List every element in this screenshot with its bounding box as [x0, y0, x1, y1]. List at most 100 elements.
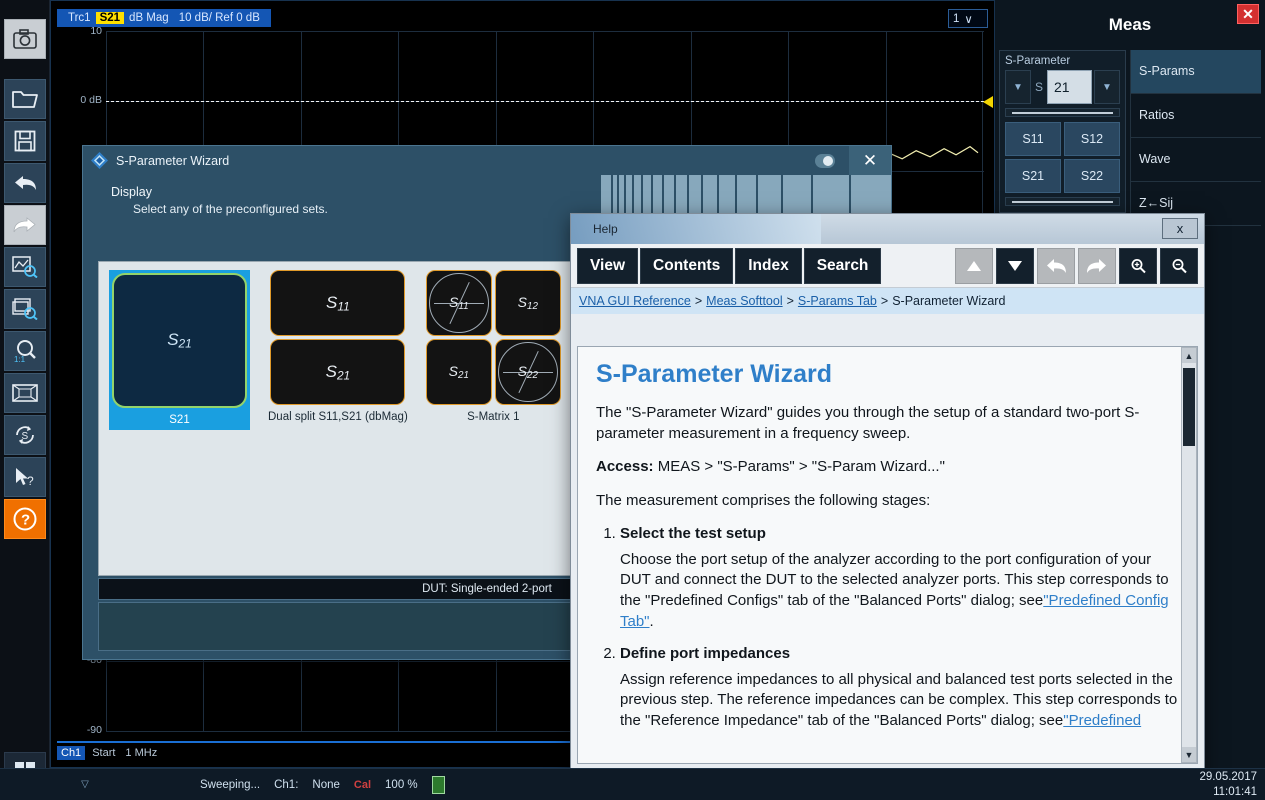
s-param-slider[interactable] — [1005, 108, 1120, 117]
close-icon[interactable]: x — [1162, 218, 1198, 239]
scroll-down-button[interactable] — [996, 248, 1034, 284]
scrollbar-down-arrow-icon[interactable]: ▼ — [1182, 747, 1196, 762]
expand-chevron-icon[interactable]: ▽ — [0, 779, 170, 790]
channel-badge[interactable]: Ch1 — [57, 746, 85, 760]
s-param-value-field[interactable]: 21 — [1047, 70, 1092, 104]
screenshot-icon[interactable] — [4, 19, 46, 59]
article-stages-intro: The measurement comprises the following … — [596, 491, 1179, 512]
preset-tile-dual-split[interactable]: S11 S21 Dual split S11,S21 (dbMag) — [268, 270, 408, 430]
close-icon[interactable]: ✕ — [1237, 4, 1259, 24]
s-param-decrement-button[interactable]: ▼ — [1005, 70, 1031, 104]
s-parameter-group: S-Parameter ▼ S 21 ▼ S11 S12 S21 S22 — [999, 50, 1126, 213]
s12-button[interactable]: S12 — [1064, 122, 1120, 156]
zoom-out-button[interactable] — [1160, 248, 1198, 284]
breadcrumb-link-s-params-tab[interactable]: S-Params Tab — [798, 294, 877, 308]
meas-panel-title: Meas — [995, 0, 1265, 50]
s-param-increment-button[interactable]: ▼ — [1094, 70, 1120, 104]
tab-ratios[interactable]: Ratios — [1131, 94, 1261, 138]
close-icon[interactable]: ✕ — [849, 146, 891, 175]
redo-icon[interactable] — [4, 205, 46, 245]
start-label: Start — [92, 747, 115, 759]
preset-cell: S21 — [112, 273, 247, 408]
article-step: Define port impedances Assign reference … — [620, 645, 1179, 732]
bottom-status-bar: ▽ Sweeping... Ch1: None Cal 100 % 29.05.… — [0, 768, 1265, 800]
save-icon[interactable] — [4, 121, 46, 161]
help-icon[interactable]: ? — [4, 499, 46, 539]
s11-button[interactable]: S11 — [1005, 122, 1061, 156]
svg-text:S: S — [21, 431, 28, 442]
access-value: MEAS > "S-Params" > "S-Param Wizard..." — [658, 458, 945, 475]
help-title-bar[interactable]: Help x — [571, 214, 1204, 244]
scroll-up-button[interactable] — [955, 248, 993, 284]
chevron-down-icon: ∨ — [964, 12, 972, 26]
preset-tile-caption: S21 — [169, 413, 189, 427]
breadcrumb-link-meas-softtool[interactable]: Meas Softtool — [706, 294, 782, 308]
trace-format: dB Mag — [124, 12, 174, 24]
wizard-toggle[interactable] — [815, 154, 835, 168]
preset-tile-s-matrix-1[interactable]: S11 S12 S21 S22 S-Matrix 1 — [426, 270, 561, 430]
preset-cell: S21 — [426, 339, 492, 405]
progress-indicator-icon — [432, 776, 445, 794]
scrollbar-thumb[interactable] — [1183, 368, 1195, 446]
menu-contents[interactable]: Contents — [640, 248, 733, 284]
cal-state: None — [312, 779, 340, 791]
s-param-prefix: S — [1033, 80, 1045, 94]
article-access: Access: MEAS > "S-Params" > "S-Param Wiz… — [596, 457, 1179, 478]
back-button[interactable] — [1037, 248, 1075, 284]
rohde-schwarz-logo-icon — [91, 152, 108, 169]
context-help-icon[interactable]: ? — [4, 457, 46, 497]
svg-text:?: ? — [27, 474, 34, 488]
s22-button[interactable]: S22 — [1064, 159, 1120, 193]
wizard-title-bar[interactable]: S-Parameter Wizard ✕ — [83, 146, 891, 175]
breadcrumb-link-vna-gui-reference[interactable]: VNA GUI Reference — [579, 294, 691, 308]
wizard-title: S-Parameter Wizard — [116, 154, 229, 168]
refresh-s-icon[interactable]: S — [4, 415, 46, 455]
trace-scale: 10 dB/ Ref 0 dB — [174, 12, 265, 24]
preset-cell: S12 — [495, 270, 561, 336]
clock-date: 29.05.2017 — [1199, 770, 1257, 784]
zoom-diagram-icon[interactable] — [4, 289, 46, 329]
zoom-in-button[interactable] — [1119, 248, 1157, 284]
help-scrollbar[interactable]: ▲ ▼ — [1181, 347, 1197, 763]
menu-search[interactable]: Search — [804, 248, 882, 284]
s21-button[interactable]: S21 — [1005, 159, 1061, 193]
menu-index[interactable]: Index — [735, 248, 801, 284]
clock: 29.05.2017 11:01:41 — [1199, 770, 1257, 799]
article-intro: The "S-Parameter Wizard" guides you thro… — [596, 403, 1179, 444]
access-label: Access: — [596, 458, 654, 475]
preset-cell: S11 — [426, 270, 492, 336]
undo-icon[interactable] — [4, 163, 46, 203]
trace-s-parameter: S21 — [96, 12, 124, 24]
forward-button[interactable] — [1078, 248, 1116, 284]
step-body: Choose the port setup of the analyzer ac… — [620, 550, 1179, 633]
preset-cell: S22 — [495, 339, 561, 405]
menu-view[interactable]: View — [577, 248, 638, 284]
tab-s-params[interactable]: S-Params — [1131, 50, 1261, 94]
step-body: Assign reference impedances to all physi… — [620, 670, 1179, 732]
preset-cell: S11 — [270, 270, 405, 336]
reference-marker-icon[interactable] — [983, 96, 993, 108]
start-value[interactable]: 1 MHz — [125, 747, 157, 759]
help-article: S-Parameter Wizard The "S-Parameter Wiza… — [577, 346, 1198, 764]
open-folder-icon[interactable] — [4, 79, 46, 119]
step-title: Select the test setup — [620, 525, 766, 542]
scrollbar-up-arrow-icon[interactable]: ▲ — [1182, 348, 1196, 363]
zoom-1to1-icon[interactable]: 1:1 — [4, 331, 46, 371]
step-body-tail: . — [650, 613, 654, 630]
breadcrumb-separator: > — [695, 294, 702, 308]
article-step: Select the test setup Choose the port se… — [620, 525, 1179, 633]
zoom-trace-icon[interactable] — [4, 247, 46, 287]
step-link[interactable]: "Predefined — [1063, 712, 1141, 729]
sweep-status: Sweeping... — [200, 779, 260, 791]
left-toolbar: 1:1 S ? ? — [0, 0, 50, 800]
tab-wave[interactable]: Wave — [1131, 138, 1261, 182]
maximize-diagram-icon[interactable] — [4, 373, 46, 413]
breadcrumb-separator: > — [787, 294, 794, 308]
help-toolbar: View Contents Index Search — [571, 244, 1204, 288]
trace-select-dropdown[interactable]: 1 ∨ — [948, 9, 988, 28]
progress-value: 100 % — [385, 779, 418, 791]
preset-tile-s21[interactable]: S21 S21 — [109, 270, 250, 430]
trace-name: Trc1 — [63, 12, 96, 24]
s-param-slider-bottom[interactable] — [1005, 197, 1120, 206]
cal-badge: Cal — [354, 779, 371, 791]
